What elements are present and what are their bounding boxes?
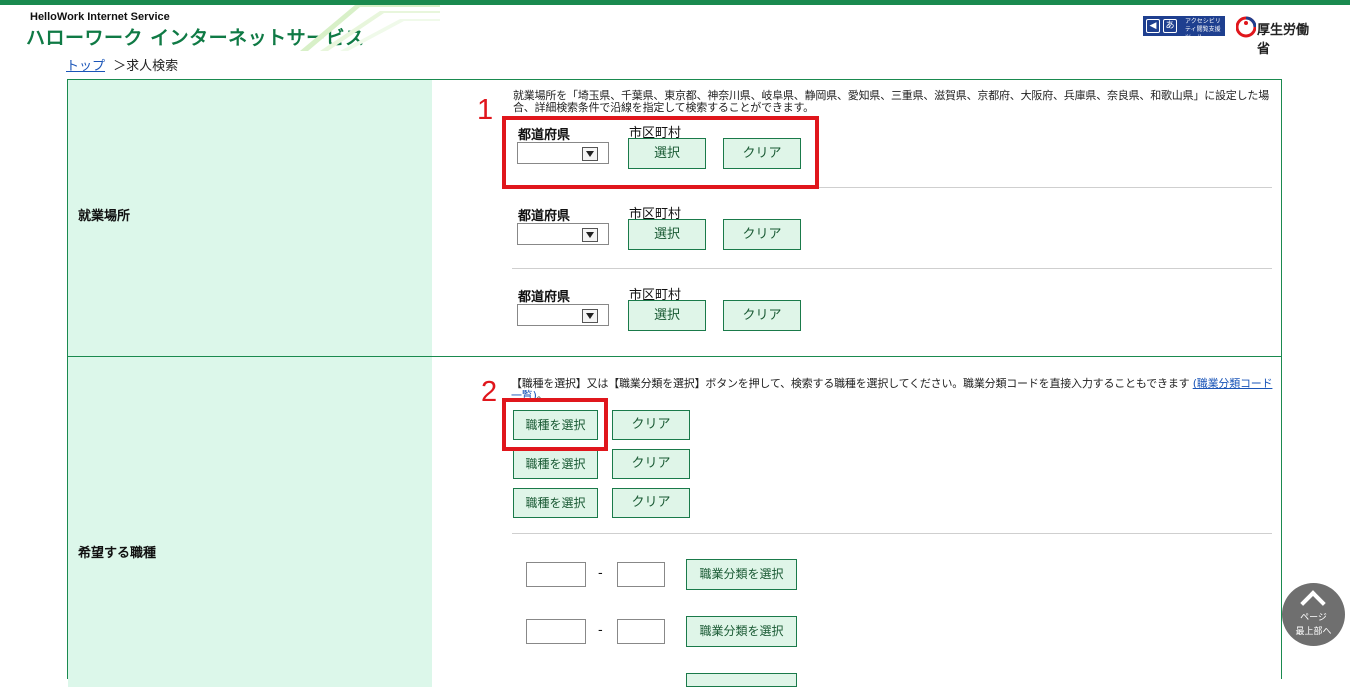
annotation-highlight-box-2 [502,398,608,451]
work-location-label-cell: 就業場所 任意 [68,80,489,356]
breadcrumb-current: ＞求人検索 [113,59,179,74]
divider [512,533,1272,534]
occupation-row: 希望する職種 任意 【職種を選択】又は【職業分類を選択】ボタンを押して、検索する… [68,357,1281,687]
prefecture-label: 都道府県 [518,209,571,224]
chevron-down-icon [582,309,598,323]
accessibility-label: アクセシビリティ閲覧支援ツール [1185,18,1221,41]
scroll-top-label-1: ページ [1300,613,1327,623]
select-occupation-button[interactable]: 職種を選択 [513,449,598,479]
select-occupation-classification-button-partial[interactable] [686,673,797,687]
code-separator: - [598,623,603,638]
ministry-logo[interactable]: 厚生労働省 [1236,13,1312,57]
occupation-clear-button[interactable]: クリア [612,410,690,440]
site-header: HelloWork Internet Service ハローワーク インターネッ… [0,5,1350,57]
occupation-note: 【職種を選択】又は【職業分類を選択】ボタンを押して、検索する職種を選択してくださ… [511,378,1276,402]
speaker-icon: ◀ [1146,19,1160,33]
city-select-button[interactable]: 選択 [628,300,706,331]
accessibility-tool-button[interactable]: ◀ あ アクセシビリティ閲覧支援ツール [1143,16,1225,41]
annotation-highlight-box-1 [502,116,819,189]
ministry-name: 厚生労働省 [1257,23,1310,57]
work-location-label: 就業場所 [78,209,131,224]
occupation-code-minor-input[interactable] [617,562,665,587]
ministry-emblem-icon [1236,16,1256,38]
prefecture-select[interactable] [517,223,609,245]
occupation-label-cell: 希望する職種 任意 [68,357,489,687]
select-occupation-classification-button[interactable]: 職業分類を選択 [686,616,797,647]
breadcrumb-top-link[interactable]: トップ [66,59,105,74]
divider [512,268,1272,269]
city-select-button[interactable]: 選択 [628,219,706,250]
occupation-code-minor-input[interactable] [617,619,665,644]
annotation-number-2: 2 [481,376,498,408]
breadcrumb: トップ ＞求人検索 [66,55,178,74]
select-occupation-classification-button[interactable]: 職業分類を選択 [686,559,797,590]
prefecture-select[interactable] [517,304,609,326]
occupation-code-major-input[interactable] [526,619,586,644]
city-clear-button[interactable]: クリア [723,300,801,331]
occupation-clear-button[interactable]: クリア [612,449,690,479]
hiragana-icon: あ [1163,19,1177,33]
work-location-note: 就業場所を「埼玉県、千葉県、東京都、神奈川県、岐阜県、静岡県、愛知県、三重県、滋… [513,89,1269,114]
scroll-to-top-button[interactable]: ページ 最上部へ [1282,583,1345,646]
code-separator: - [598,566,603,581]
occupation-note-text: 【職種を選択】又は【職業分類を選択】ボタンを押して、検索する職種を選択してくださ… [511,377,1190,390]
select-occupation-button[interactable]: 職種を選択 [513,488,598,518]
chevron-down-icon [582,228,598,242]
brand-swoosh-graphic [300,5,440,51]
brand-english: HelloWork Internet Service [30,11,170,23]
occupation-label: 希望する職種 [78,546,157,561]
occupation-clear-button[interactable]: クリア [612,488,690,518]
occupation-code-major-input[interactable] [526,562,586,587]
prefecture-label: 都道府県 [518,290,571,305]
annotation-number-1: 1 [477,94,494,126]
city-clear-button[interactable]: クリア [723,219,801,250]
scroll-top-label-2: 最上部へ [1295,627,1332,637]
